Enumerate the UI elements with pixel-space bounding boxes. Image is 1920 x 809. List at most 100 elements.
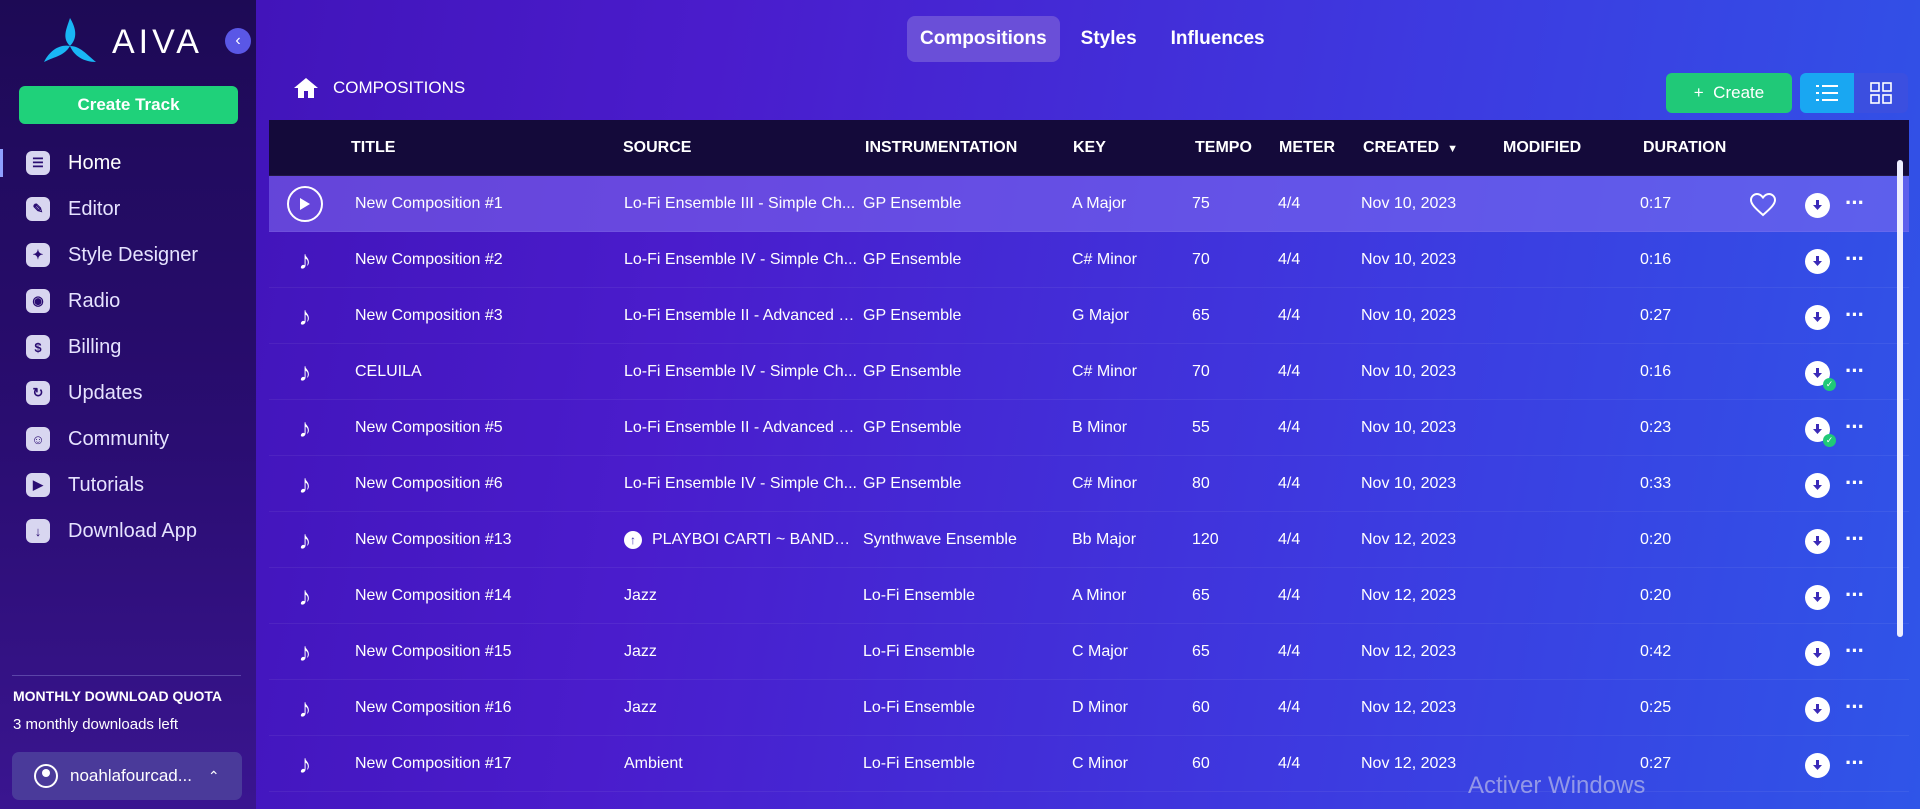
download-icon[interactable] <box>1805 697 1830 722</box>
music-note-icon[interactable]: ♪ <box>299 415 312 441</box>
table-row[interactable]: ♪ New Composition #16 Jazz Lo-Fi Ensemble D … <box>269 680 1909 736</box>
music-note-icon[interactable]: ♪ <box>299 695 312 721</box>
user-menu[interactable]: noahlafourcad... ⌃ <box>12 752 242 800</box>
cell-instrumentation: Synthwave Ensemble <box>863 530 1017 548</box>
tab-styles[interactable]: Styles <box>1068 16 1150 62</box>
sidebar-item-tutorials[interactable]: ▶ Tutorials <box>0 462 256 508</box>
sidebar-item-style-designer[interactable]: ✦ Style Designer <box>0 232 256 278</box>
heart-icon[interactable] <box>1749 192 1777 222</box>
cell-duration: 0:25 <box>1640 698 1672 716</box>
sidebar-item-editor[interactable]: ✎ Editor <box>0 186 256 232</box>
aiva-logo[interactable]: AIVA <box>40 16 203 68</box>
header-instrumentation[interactable]: INSTRUMENTATION <box>865 139 1035 157</box>
download-icon[interactable] <box>1805 641 1830 666</box>
cell-tempo: 55 <box>1192 418 1210 436</box>
more-options-icon[interactable]: ··· <box>1845 304 1865 326</box>
download-icon[interactable] <box>1805 193 1830 218</box>
cell-title[interactable]: New Composition #6 <box>355 475 615 493</box>
cell-title[interactable]: New Composition #1 <box>355 195 615 213</box>
header-duration[interactable]: DURATION <box>1643 139 1743 157</box>
cell-tempo: 60 <box>1192 754 1210 772</box>
table-row[interactable]: ♪ New Composition #14 Jazz Lo-Fi Ensemble A … <box>269 568 1909 624</box>
more-options-icon[interactable]: ··· <box>1845 248 1865 270</box>
more-options-icon[interactable]: ··· <box>1845 752 1865 774</box>
music-note-icon[interactable]: ♪ <box>299 527 312 553</box>
cell-source: Lo-Fi Ensemble II - Advanced C... <box>624 419 857 437</box>
table-row[interactable]: ♪ New Composition #13 ↑ PLAYBOI CARTI ~ BAN… <box>269 512 1909 568</box>
header-tempo[interactable]: TEMPO <box>1195 139 1255 157</box>
collapse-sidebar-button[interactable]: ‹ <box>225 28 251 54</box>
download-icon[interactable] <box>1805 529 1830 554</box>
play-icon[interactable] <box>287 185 323 222</box>
cell-title[interactable]: CELUILA <box>355 363 615 381</box>
download-icon[interactable] <box>1805 305 1830 330</box>
download-icon[interactable] <box>1805 585 1830 610</box>
table-row[interactable]: ♪ New Composition #5 Lo-Fi Ensemble II - A… <box>269 400 1909 456</box>
header-meter[interactable]: METER <box>1279 139 1339 157</box>
cell-tempo: 60 <box>1192 698 1210 716</box>
tab-compositions[interactable]: Compositions <box>907 16 1060 62</box>
music-note-icon[interactable]: ♪ <box>299 583 312 609</box>
sidebar-item-download-app[interactable]: ↓ Download App <box>0 508 256 554</box>
cell-title[interactable]: New Composition #13 <box>355 531 615 549</box>
sidebar-item-community[interactable]: ☺ Community <box>0 416 256 462</box>
sort-down-icon: ▼ <box>1447 142 1459 155</box>
table-row[interactable]: New Composition #1 Lo-Fi Ensemble III - S… <box>269 176 1909 232</box>
cell-instrumentation: GP Ensemble <box>863 250 962 268</box>
download-icon[interactable] <box>1805 753 1830 778</box>
music-note-icon[interactable]: ♪ <box>299 751 312 777</box>
header-title[interactable]: TITLE <box>351 139 611 157</box>
download-icon[interactable]: ✓ <box>1805 417 1836 447</box>
breadcrumb-label: COMPOSITIONS <box>333 78 466 97</box>
more-options-icon[interactable]: ··· <box>1845 696 1865 718</box>
table-row[interactable]: ♪ New Composition #6 Lo-Fi Ensemble IV - S… <box>269 456 1909 512</box>
header-created[interactable]: CREATED ▼ <box>1363 139 1493 157</box>
list-view-button[interactable] <box>1800 73 1854 113</box>
header-source[interactable]: SOURCE <box>623 139 856 157</box>
table-row[interactable]: ♪ New Composition #2 Lo-Fi Ensemble IV - S… <box>269 232 1909 288</box>
table-row[interactable]: ♪ New Composition #3 Lo-Fi Ensemble II - A… <box>269 288 1909 344</box>
cell-title[interactable]: New Composition #5 <box>355 419 615 437</box>
grid-view-button[interactable] <box>1854 73 1908 113</box>
more-options-icon[interactable]: ··· <box>1845 640 1865 662</box>
cell-title[interactable]: New Composition #16 <box>355 699 615 717</box>
download-icon[interactable] <box>1805 249 1830 274</box>
more-options-icon[interactable]: ··· <box>1845 360 1865 382</box>
header-modified[interactable]: MODIFIED <box>1503 139 1623 157</box>
sidebar-item-billing[interactable]: $ Billing <box>0 324 256 370</box>
create-track-button[interactable]: Create Track <box>19 86 238 124</box>
more-options-icon[interactable]: ··· <box>1845 584 1865 606</box>
cell-title[interactable]: New Composition #14 <box>355 587 615 605</box>
music-note-icon[interactable]: ♪ <box>299 303 312 329</box>
music-note-icon[interactable]: ♪ <box>299 471 312 497</box>
table-row[interactable]: ♪ New Composition #17 Ambient Lo-Fi Ensembl… <box>269 736 1909 792</box>
more-options-icon[interactable]: ··· <box>1845 472 1865 494</box>
cell-title[interactable]: New Composition #15 <box>355 643 615 661</box>
more-options-icon[interactable]: ··· <box>1845 528 1865 550</box>
cell-title[interactable]: New Composition #2 <box>355 251 615 269</box>
sidebar-item-radio[interactable]: ◉ Radio <box>0 278 256 324</box>
tab-influences[interactable]: Influences <box>1158 16 1278 62</box>
sidebar-item-label: Editor <box>68 197 121 220</box>
more-options-icon[interactable]: ··· <box>1845 192 1865 214</box>
cell-title[interactable]: New Composition #3 <box>355 307 615 325</box>
cell-duration: 0:16 <box>1640 362 1672 380</box>
sidebar-item-home[interactable]: ☰ Home <box>0 140 256 186</box>
download-icon[interactable] <box>1805 473 1830 498</box>
header-key[interactable]: KEY <box>1073 139 1183 157</box>
home-icon[interactable] <box>293 76 319 100</box>
cell-instrumentation: Lo-Fi Ensemble <box>863 754 976 772</box>
sidebar-item-updates[interactable]: ↻ Updates <box>0 370 256 416</box>
music-note-icon[interactable]: ♪ <box>299 639 312 665</box>
more-options-icon[interactable]: ··· <box>1845 416 1865 438</box>
scrollbar[interactable] <box>1897 160 1903 637</box>
table-row[interactable]: ♪ CELUILA Lo-Fi Ensemble IV - Simple Ch...… <box>269 344 1909 400</box>
table-row[interactable]: ♪ New Composition #15 Jazz Lo-Fi Ensemble C … <box>269 624 1909 680</box>
cell-title[interactable]: New Composition #17 <box>355 755 615 773</box>
music-note-icon[interactable]: ♪ <box>299 359 312 385</box>
cell-instrumentation: GP Ensemble <box>863 418 962 436</box>
create-button[interactable]: + Create <box>1666 73 1792 113</box>
download-icon[interactable]: ✓ <box>1805 361 1836 391</box>
cell-source: Ambient <box>624 755 857 773</box>
music-note-icon[interactable]: ♪ <box>299 247 312 273</box>
